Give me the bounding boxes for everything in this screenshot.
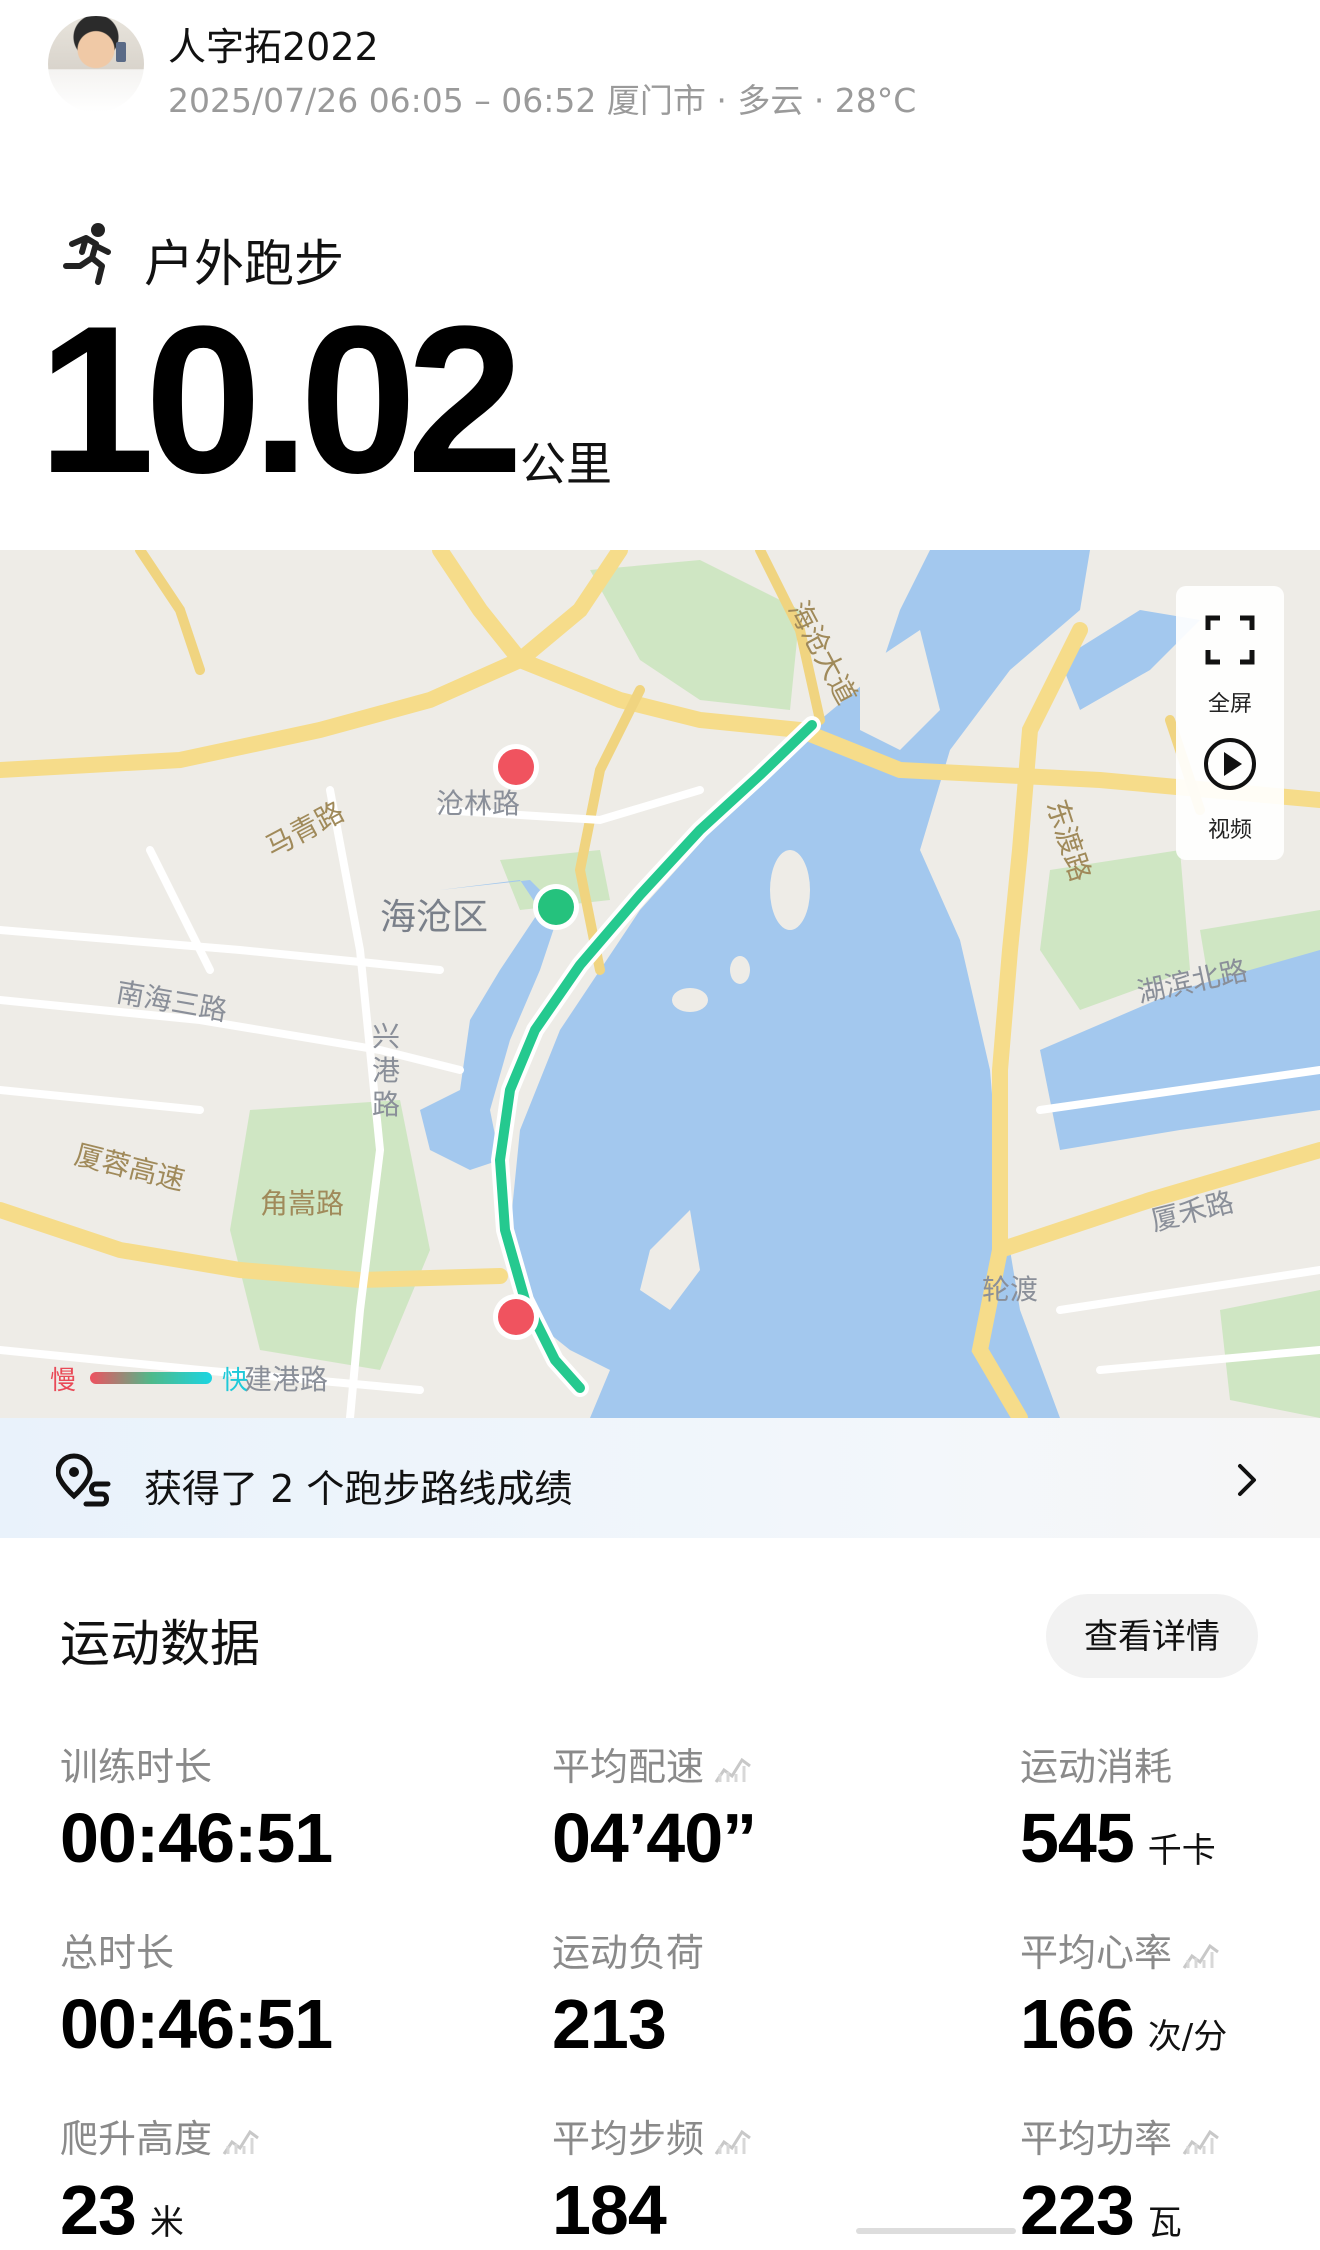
stat-training-duration: 训练时长 00:46:51 [60, 1736, 333, 1878]
stats-section-title: 运动数据 [60, 1615, 260, 1673]
stat-label: 平均步频 [552, 2117, 705, 2161]
running-icon [63, 223, 111, 285]
route-map[interactable]: 沧林路 马青路 海沧区 南海三路 兴港路 厦蓉高速 角嵩路 海沧大道 东渡路 湖… [0, 550, 1320, 1418]
map-controls: 全屏 视频 [1176, 586, 1284, 860]
stat-value: 223 [1020, 2171, 1135, 2249]
trend-chart-icon [714, 2129, 751, 2155]
stat-unit: 次/分 [1147, 2017, 1228, 2057]
distance-unit: 公里 [520, 437, 612, 491]
map-label: 建港路 [244, 1363, 329, 1396]
legend-fast-label: 快 [222, 1366, 249, 1396]
fullscreen-button[interactable]: 全屏 [1176, 600, 1284, 720]
stat-calories: 运动消耗 545 千卡 [1020, 1736, 1216, 1878]
stat-elevation-gain[interactable]: 爬升高度 23 米 [60, 2108, 260, 2250]
trend-chart-icon [222, 2129, 259, 2155]
stat-label: 爬升高度 [60, 2117, 213, 2161]
stat-value: 23 [60, 2171, 137, 2249]
stat-unit: 千卡 [1147, 1831, 1216, 1871]
user-avatar[interactable] [48, 16, 144, 112]
route-achievements-banner[interactable]: 获得了 2 个跑步路线成绩 [0, 1418, 1320, 1538]
stat-label: 运动负荷 [552, 1931, 705, 1975]
activity-meta: 2025/07/26 06:05 – 06:52 厦门市 · 多云 · 28°C [168, 81, 917, 120]
stat-value: 545 [1020, 1799, 1135, 1877]
stat-value: 213 [552, 1985, 667, 2063]
route-pin-icon [56, 1453, 111, 1507]
map-label: 角嵩路 [260, 1187, 345, 1220]
home-indicator [856, 2228, 1016, 2234]
stat-unit: 米 [149, 2203, 184, 2243]
achievements-text: 获得了 2 个跑步路线成绩 [144, 1467, 573, 1511]
legend-slow-label: 慢 [50, 1366, 77, 1396]
stat-value: 00:46:51 [60, 1985, 333, 2063]
chevron-right-icon [1238, 1464, 1256, 1496]
stat-value: 166 [1020, 1985, 1135, 2063]
map-label: 兴港路 [372, 1020, 401, 1121]
fullscreen-label: 全屏 [1207, 692, 1252, 717]
video-label: 视频 [1207, 818, 1252, 843]
distance-value: 10.02 [38, 282, 524, 517]
start-marker [533, 884, 579, 930]
stat-label: 运动消耗 [1020, 1745, 1173, 1789]
stat-label: 平均心率 [1020, 1931, 1173, 1975]
fullscreen-icon [1205, 615, 1255, 665]
stat-value: 04’40” [552, 1799, 757, 1877]
stat-avg-power[interactable]: 平均功率 223 瓦 [1020, 2108, 1220, 2250]
pace-legend-bar [90, 1372, 212, 1384]
play-icon [1204, 738, 1256, 790]
map-label: 轮渡 [982, 1273, 1039, 1306]
stat-avg-cadence[interactable]: 平均步频 184 [552, 2108, 752, 2250]
stat-label: 平均功率 [1020, 2117, 1173, 2161]
trend-chart-icon [714, 1757, 751, 1783]
stat-label: 总时长 [60, 1931, 175, 1975]
stat-label: 训练时长 [60, 1745, 213, 1789]
stat-unit: 瓦 [1147, 2203, 1182, 2243]
trend-chart-icon [1182, 1943, 1219, 1969]
video-button[interactable]: 视频 [1176, 726, 1284, 846]
username[interactable]: 人字拓2022 [168, 16, 379, 71]
stat-avg-pace[interactable]: 平均配速 04’40” [552, 1736, 757, 1878]
stat-training-load: 运动负荷 213 [552, 1922, 704, 2064]
view-details-button[interactable]: 查看详情 [1046, 1594, 1258, 1678]
stat-avg-heart-rate[interactable]: 平均心率 166 次/分 [1020, 1922, 1227, 2064]
map-label: 沧林路 [436, 787, 521, 820]
map-label: 海沧区 [380, 897, 489, 938]
stat-value: 184 [552, 2171, 667, 2249]
stat-value: 00:46:51 [60, 1799, 333, 1877]
trend-chart-icon [1182, 2129, 1219, 2155]
stat-label: 平均配速 [552, 1745, 705, 1789]
stat-total-duration: 总时长 00:46:51 [60, 1922, 333, 2064]
